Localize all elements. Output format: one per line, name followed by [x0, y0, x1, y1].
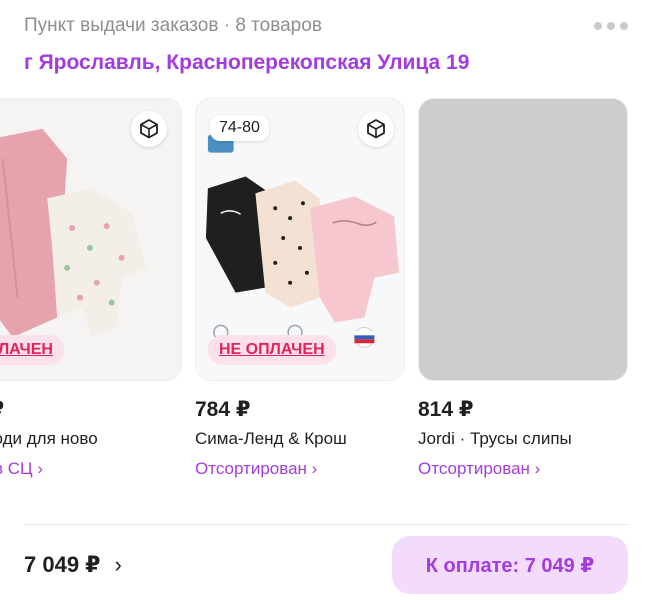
pay-button[interactable]: К оплате: 7 049 ₽	[392, 536, 628, 594]
item-price: 814 ₽	[418, 398, 474, 421]
item-status-link[interactable]: Отсортирован ›	[418, 459, 628, 481]
item-title: Сима-Ленд & Крош	[195, 429, 347, 448]
item-image[interactable]: 74-80 НЕ ОПЛАЧЕН	[195, 98, 405, 381]
item-price: 784 ₽	[195, 398, 251, 421]
item-card[interactable]: 814 ₽ Jordi · Трусы слипы Отсортирован ›	[418, 98, 628, 481]
item-price: 8 ₽	[0, 397, 182, 423]
size-chip: 74-80	[210, 115, 269, 141]
item-card[interactable]: ОПЛАЧЕН 8 ₽ · Боди для ново ти в СЦ ›	[0, 98, 182, 481]
pickup-address[interactable]: г Ярославль, Красноперекопская Улица 19	[24, 51, 469, 75]
order-total-value: 7 049 ₽	[24, 552, 101, 577]
item-status-link[interactable]: ти в СЦ ›	[0, 459, 182, 481]
item-title: Jordi · Трусы слипы	[418, 429, 572, 448]
divider	[24, 524, 629, 525]
items-carousel[interactable]: ОПЛАЧЕН 8 ₽ · Боди для ново ти в СЦ ›	[0, 98, 653, 488]
return-icon[interactable]	[358, 111, 394, 147]
order-total[interactable]: 7 049 ₽ ›	[24, 552, 122, 578]
item-image[interactable]	[418, 98, 628, 381]
payment-status-badge: НЕ ОПЛАЧЕН	[208, 335, 336, 365]
item-card[interactable]: 74-80 НЕ ОПЛАЧЕН 784 ₽ Сима-Ленд & Крош …	[195, 98, 405, 481]
more-options-icon[interactable]	[594, 20, 630, 32]
payment-status-badge: ОПЛАЧЕН	[0, 335, 64, 365]
item-image[interactable]: ОПЛАЧЕН	[0, 98, 182, 381]
item-title: · Боди для ново	[0, 429, 98, 448]
gray-placeholder	[419, 99, 627, 380]
pickup-point-summary: Пункт выдачи заказов · 8 товаров	[24, 15, 322, 36]
item-status-link[interactable]: Отсортирован ›	[195, 459, 405, 481]
return-icon[interactable]	[131, 111, 167, 147]
chevron-right-icon: ›	[114, 552, 122, 577]
